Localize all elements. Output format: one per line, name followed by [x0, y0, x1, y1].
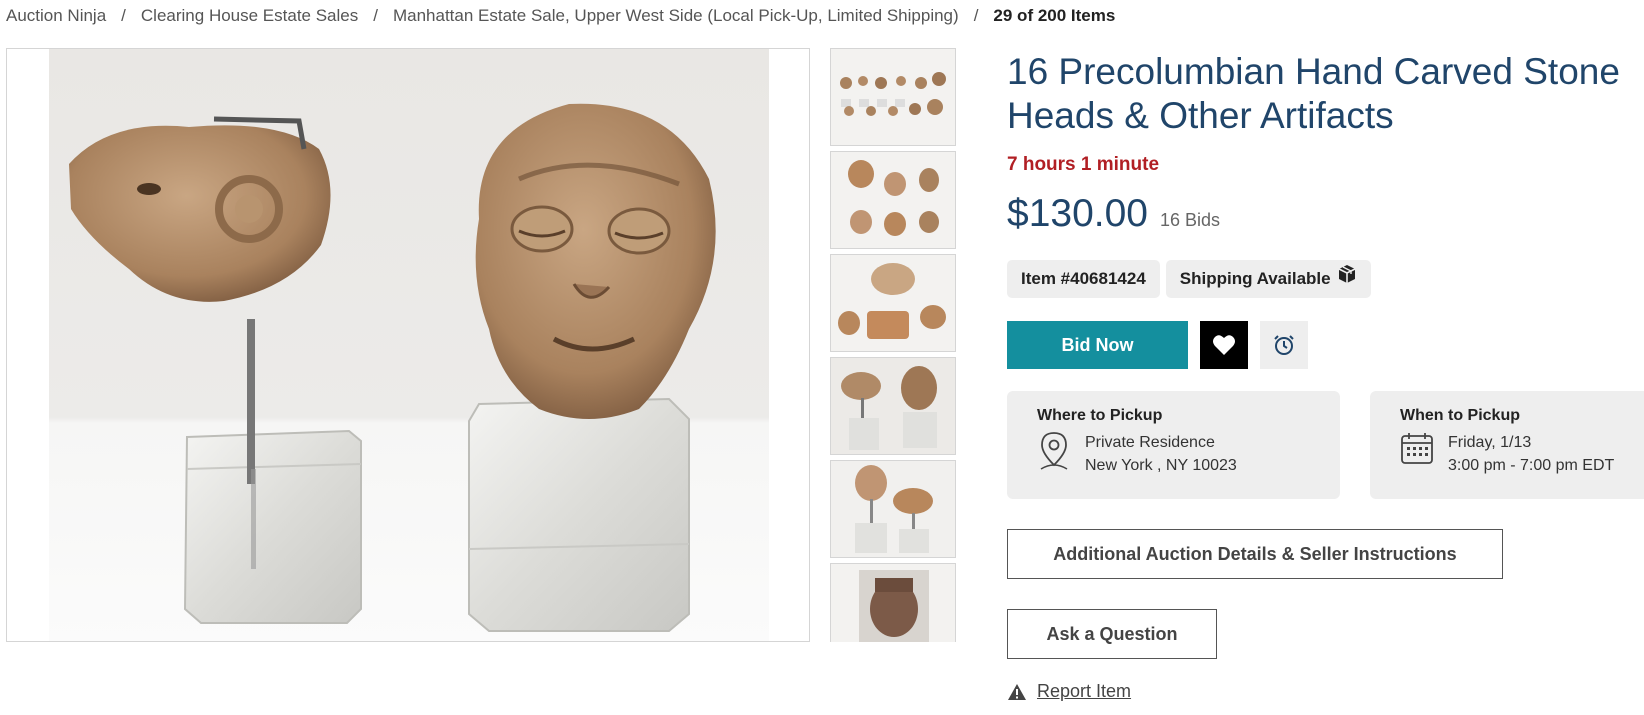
thumbnail-strip — [830, 48, 956, 642]
thumbnail-image[interactable] — [830, 563, 956, 642]
pickup-time-card: When to Pickup Friday, 1/13 3:00 pm - 7:… — [1370, 391, 1644, 499]
reminder-button[interactable] — [1260, 321, 1308, 369]
location-pin-icon — [1037, 431, 1073, 478]
time-remaining: 7 hours 1 minute — [1007, 154, 1160, 175]
breadcrumb-link-sale[interactable]: Manhattan Estate Sale, Upper West Side (… — [393, 6, 959, 26]
thumbnail-photo — [831, 461, 955, 557]
thumbnail-image[interactable] — [830, 48, 956, 146]
breadcrumb-separator: / — [973, 6, 979, 25]
pickup-time-title: When to Pickup — [1400, 407, 1520, 424]
warning-icon — [1008, 683, 1026, 700]
pickup-location-title: Where to Pickup — [1037, 407, 1163, 424]
pickup-location-line2: New York , NY 10023 — [1085, 457, 1237, 474]
bid-count: 16 Bids — [1159, 210, 1221, 230]
calendar-icon — [1400, 431, 1436, 470]
heart-icon — [1213, 335, 1235, 355]
pickup-location-card: Where to Pickup Private Residence New Yo… — [1007, 391, 1340, 499]
report-item: Report Item — [1007, 681, 1131, 702]
package-icon — [1337, 260, 1357, 298]
report-item-link[interactable]: Report Item — [1037, 681, 1131, 702]
item-title: 16 Precolumbian Hand Carved Stone Heads … — [1007, 51, 1620, 136]
breadcrumb-separator: / — [121, 6, 126, 25]
alarm-clock-icon — [1274, 335, 1294, 355]
pickup-date: Friday, 1/13 — [1448, 434, 1532, 451]
thumbnail-image[interactable] — [830, 460, 956, 558]
pickup-hours: 3:00 pm - 7:00 pm EDT — [1448, 457, 1615, 474]
price-row: $130.00 16 Bids — [1007, 192, 1220, 236]
breadcrumb: Auction Ninja / Clearing House Estate Sa… — [6, 6, 1115, 26]
thumbnail-photo — [831, 152, 955, 248]
current-price: $130.00 — [1007, 192, 1148, 235]
product-photo — [49, 49, 769, 641]
auction-details-button[interactable]: Additional Auction Details & Seller Inst… — [1007, 529, 1503, 579]
item-number-text: Item #40681424 — [1021, 269, 1146, 288]
thumbnail-photo — [831, 564, 955, 642]
thumbnail-image[interactable] — [830, 357, 956, 455]
watch-button[interactable] — [1200, 321, 1248, 369]
item-number-badge: Item #40681424 — [1007, 260, 1160, 298]
shipping-badge: Shipping Available — [1165, 260, 1371, 298]
breadcrumb-link-seller[interactable]: Clearing House Estate Sales — [141, 6, 358, 26]
shipping-text: Shipping Available — [1179, 269, 1331, 288]
ask-question-button[interactable]: Ask a Question — [1007, 609, 1217, 659]
breadcrumb-link-auction-ninja[interactable]: Auction Ninja — [6, 6, 106, 26]
bid-actions: Bid Now — [1007, 321, 1308, 369]
breadcrumb-item-count: 29 of 200 Items — [993, 6, 1116, 25]
thumbnail-image[interactable] — [830, 151, 956, 249]
breadcrumb-separator: / — [373, 6, 378, 25]
bid-now-button[interactable]: Bid Now — [1007, 321, 1188, 369]
thumbnail-image[interactable] — [830, 254, 956, 352]
thumbnail-photo — [831, 255, 955, 351]
thumbnail-photo — [831, 358, 955, 454]
thumbnail-photo — [831, 49, 955, 145]
pickup-location-line1: Private Residence — [1085, 434, 1215, 451]
item-badges: Item #40681424 Shipping Available — [1007, 260, 1377, 298]
main-product-image[interactable] — [6, 48, 810, 642]
